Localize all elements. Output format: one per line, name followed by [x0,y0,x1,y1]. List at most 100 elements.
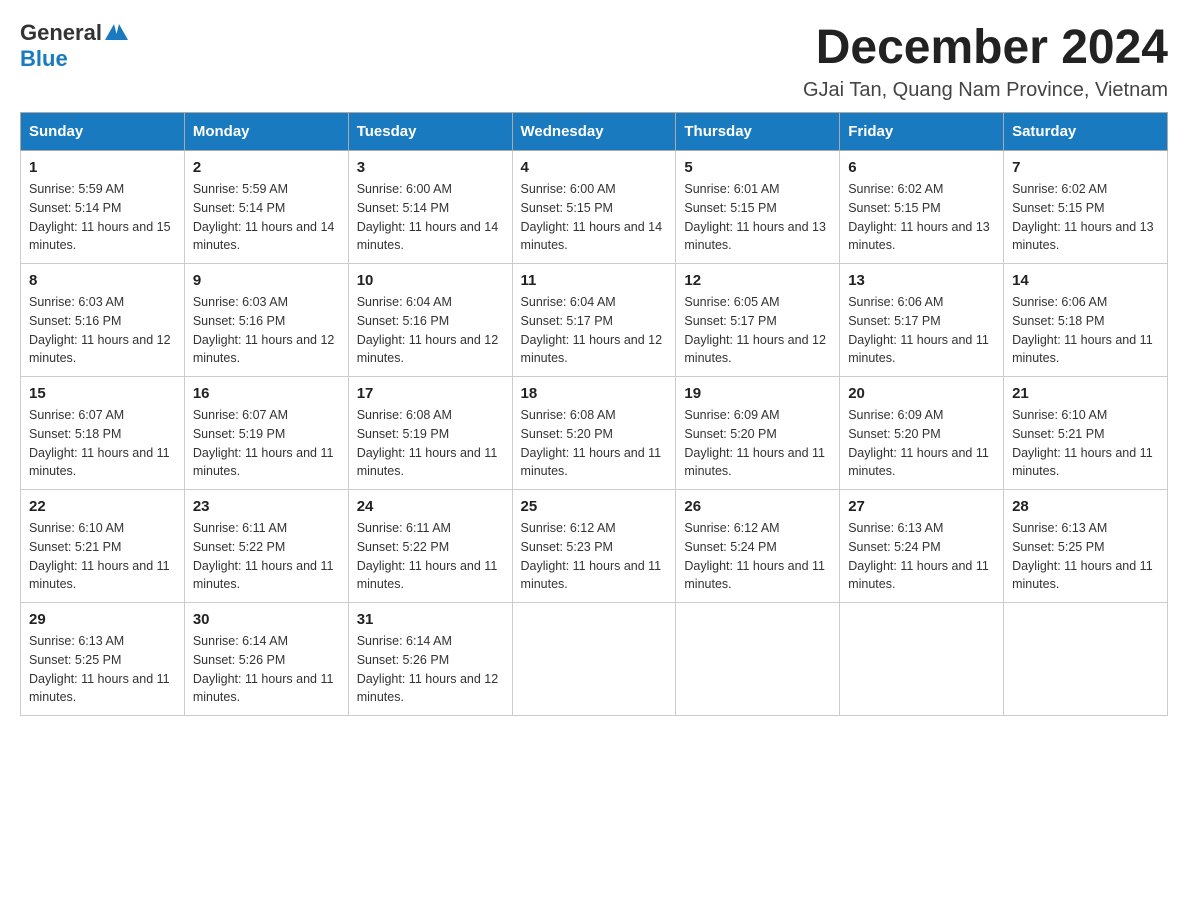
day-number: 24 [357,498,504,515]
day-info: Sunrise: 5:59 AMSunset: 5:14 PMDaylight:… [29,180,176,255]
day-number: 15 [29,385,176,402]
calendar-week-1: 1 Sunrise: 5:59 AMSunset: 5:14 PMDaylight… [21,151,1168,264]
calendar-cell: 1 Sunrise: 5:59 AMSunset: 5:14 PMDaylight… [21,151,185,264]
day-number: 17 [357,385,504,402]
calendar-cell [1004,603,1168,716]
calendar-cell: 5Sunrise: 6:01 AMSunset: 5:15 PMDaylight… [676,151,840,264]
day-info: Sunrise: 6:11 AMSunset: 5:22 PMDaylight:… [357,519,504,594]
calendar-cell [840,603,1004,716]
day-number: 27 [848,498,995,515]
calendar-week-3: 15 Sunrise: 6:07 AMSunset: 5:18 PMDayligh… [21,377,1168,490]
day-header-thursday: Thursday [676,113,840,151]
logo-triangles-icon [105,24,128,40]
calendar-cell: 20Sunrise: 6:09 AMSunset: 5:20 PMDayligh… [840,377,1004,490]
day-info: Sunrise: 6:00 AMSunset: 5:14 PMDaylight:… [357,180,504,255]
day-info: Sunrise: 6:11 AMSunset: 5:22 PMDaylight:… [193,519,340,594]
day-info: Sunrise: 6:14 AMSunset: 5:26 PMDaylight:… [193,632,340,707]
day-header-monday: Monday [184,113,348,151]
day-info: Sunrise: 6:06 AMSunset: 5:17 PMDaylight:… [848,293,995,368]
calendar-header: SundayMondayTuesdayWednesdayThursdayFrid… [21,113,1168,151]
calendar-week-5: 29 Sunrise: 6:13 AMSunset: 5:25 PMDayligh… [21,603,1168,716]
day-info: Sunrise: 6:13 AMSunset: 5:25 PMDaylight:… [1012,519,1159,594]
day-number: 6 [848,159,995,176]
day-number: 1 [29,159,176,176]
calendar-week-4: 22Sunrise: 6:10 AMSunset: 5:21 PMDayligh… [21,490,1168,603]
day-number: 19 [684,385,831,402]
day-info: Sunrise: 6:08 AMSunset: 5:20 PMDaylight:… [521,406,668,481]
day-number: 23 [193,498,340,515]
calendar-cell: 3Sunrise: 6:00 AMSunset: 5:14 PMDaylight… [348,151,512,264]
calendar-cell: 4 Sunrise: 6:00 AMSunset: 5:15 PMDaylight… [512,151,676,264]
days-of-week-row: SundayMondayTuesdayWednesdayThursdayFrid… [21,113,1168,151]
day-info: Sunrise: 6:09 AMSunset: 5:20 PMDaylight:… [684,406,831,481]
day-number: 14 [1012,272,1159,289]
day-number: 9 [193,272,340,289]
calendar-cell: 9 Sunrise: 6:03 AMSunset: 5:16 PMDaylight… [184,264,348,377]
calendar-cell: 15 Sunrise: 6:07 AMSunset: 5:18 PMDayligh… [21,377,185,490]
day-number: 28 [1012,498,1159,515]
day-number: 13 [848,272,995,289]
calendar-cell: 24 Sunrise: 6:11 AMSunset: 5:22 PMDayligh… [348,490,512,603]
day-info: Sunrise: 6:10 AMSunset: 5:21 PMDaylight:… [1012,406,1159,481]
day-number: 16 [193,385,340,402]
calendar-cell: 30 Sunrise: 6:14 AMSunset: 5:26 PMDayligh… [184,603,348,716]
day-number: 18 [521,385,668,402]
calendar-cell: 13 Sunrise: 6:06 AMSunset: 5:17 PMDayligh… [840,264,1004,377]
calendar-cell: 6 Sunrise: 6:02 AMSunset: 5:15 PMDaylight… [840,151,1004,264]
calendar-cell: 19 Sunrise: 6:09 AMSunset: 5:20 PMDayligh… [676,377,840,490]
day-number: 11 [521,272,668,289]
day-info: Sunrise: 6:13 AMSunset: 5:24 PMDaylight:… [848,519,995,594]
calendar-cell: 17 Sunrise: 6:08 AMSunset: 5:19 PMDayligh… [348,377,512,490]
calendar-cell: 23 Sunrise: 6:11 AMSunset: 5:22 PMDayligh… [184,490,348,603]
calendar-cell: 8Sunrise: 6:03 AMSunset: 5:16 PMDaylight… [21,264,185,377]
day-number: 25 [521,498,668,515]
day-info: Sunrise: 6:03 AMSunset: 5:16 PMDaylight:… [193,293,340,368]
calendar-cell: 21 Sunrise: 6:10 AMSunset: 5:21 PMDayligh… [1004,377,1168,490]
day-header-saturday: Saturday [1004,113,1168,151]
day-info: Sunrise: 6:01 AMSunset: 5:15 PMDaylight:… [684,180,831,255]
day-info: Sunrise: 6:06 AMSunset: 5:18 PMDaylight:… [1012,293,1159,368]
day-number: 29 [29,611,176,628]
day-header-wednesday: Wednesday [512,113,676,151]
day-number: 30 [193,611,340,628]
page-title: December 2024 [803,20,1168,75]
calendar-cell: 18 Sunrise: 6:08 AMSunset: 5:20 PMDayligh… [512,377,676,490]
calendar-cell: 16Sunrise: 6:07 AMSunset: 5:19 PMDayligh… [184,377,348,490]
day-info: Sunrise: 6:05 AMSunset: 5:17 PMDaylight:… [684,293,831,368]
calendar-cell: 26 Sunrise: 6:12 AMSunset: 5:24 PMDayligh… [676,490,840,603]
day-info: Sunrise: 6:12 AMSunset: 5:24 PMDaylight:… [684,519,831,594]
day-info: Sunrise: 6:07 AMSunset: 5:18 PMDaylight:… [29,406,176,481]
day-header-sunday: Sunday [21,113,185,151]
day-number: 22 [29,498,176,515]
day-info: Sunrise: 6:02 AMSunset: 5:15 PMDaylight:… [1012,180,1159,255]
calendar-table: SundayMondayTuesdayWednesdayThursdayFrid… [20,112,1168,716]
day-info: Sunrise: 6:04 AMSunset: 5:16 PMDaylight:… [357,293,504,368]
day-header-friday: Friday [840,113,1004,151]
calendar-cell: 14 Sunrise: 6:06 AMSunset: 5:18 PMDayligh… [1004,264,1168,377]
day-number: 31 [357,611,504,628]
calendar-cell: 2Sunrise: 5:59 AMSunset: 5:14 PMDaylight… [184,151,348,264]
day-info: Sunrise: 6:14 AMSunset: 5:26 PMDaylight:… [357,632,504,707]
day-number: 2 [193,159,340,176]
calendar-cell: 27 Sunrise: 6:13 AMSunset: 5:24 PMDayligh… [840,490,1004,603]
day-info: Sunrise: 6:00 AMSunset: 5:15 PMDaylight:… [521,180,668,255]
calendar-cell: 22Sunrise: 6:10 AMSunset: 5:21 PMDayligh… [21,490,185,603]
day-info: Sunrise: 6:03 AMSunset: 5:16 PMDaylight:… [29,293,176,368]
calendar-cell: 12 Sunrise: 6:05 AMSunset: 5:17 PMDayligh… [676,264,840,377]
day-number: 10 [357,272,504,289]
day-info: Sunrise: 6:02 AMSunset: 5:15 PMDaylight:… [848,180,995,255]
day-info: Sunrise: 6:12 AMSunset: 5:23 PMDaylight:… [521,519,668,594]
day-number: 12 [684,272,831,289]
calendar-cell: 11Sunrise: 6:04 AMSunset: 5:17 PMDayligh… [512,264,676,377]
calendar-cell: 10 Sunrise: 6:04 AMSunset: 5:16 PMDayligh… [348,264,512,377]
calendar-cell: 28 Sunrise: 6:13 AMSunset: 5:25 PMDayligh… [1004,490,1168,603]
page-header: General Blue December 2024 GJai Tan, Qua… [20,20,1168,102]
calendar-body: 1 Sunrise: 5:59 AMSunset: 5:14 PMDaylight… [21,151,1168,716]
day-number: 20 [848,385,995,402]
day-info: Sunrise: 6:13 AMSunset: 5:25 PMDaylight:… [29,632,176,707]
day-info: Sunrise: 6:08 AMSunset: 5:19 PMDaylight:… [357,406,504,481]
day-number: 4 [521,159,668,176]
calendar-cell: 31 Sunrise: 6:14 AMSunset: 5:26 PMDayligh… [348,603,512,716]
day-number: 21 [1012,385,1159,402]
day-number: 26 [684,498,831,515]
